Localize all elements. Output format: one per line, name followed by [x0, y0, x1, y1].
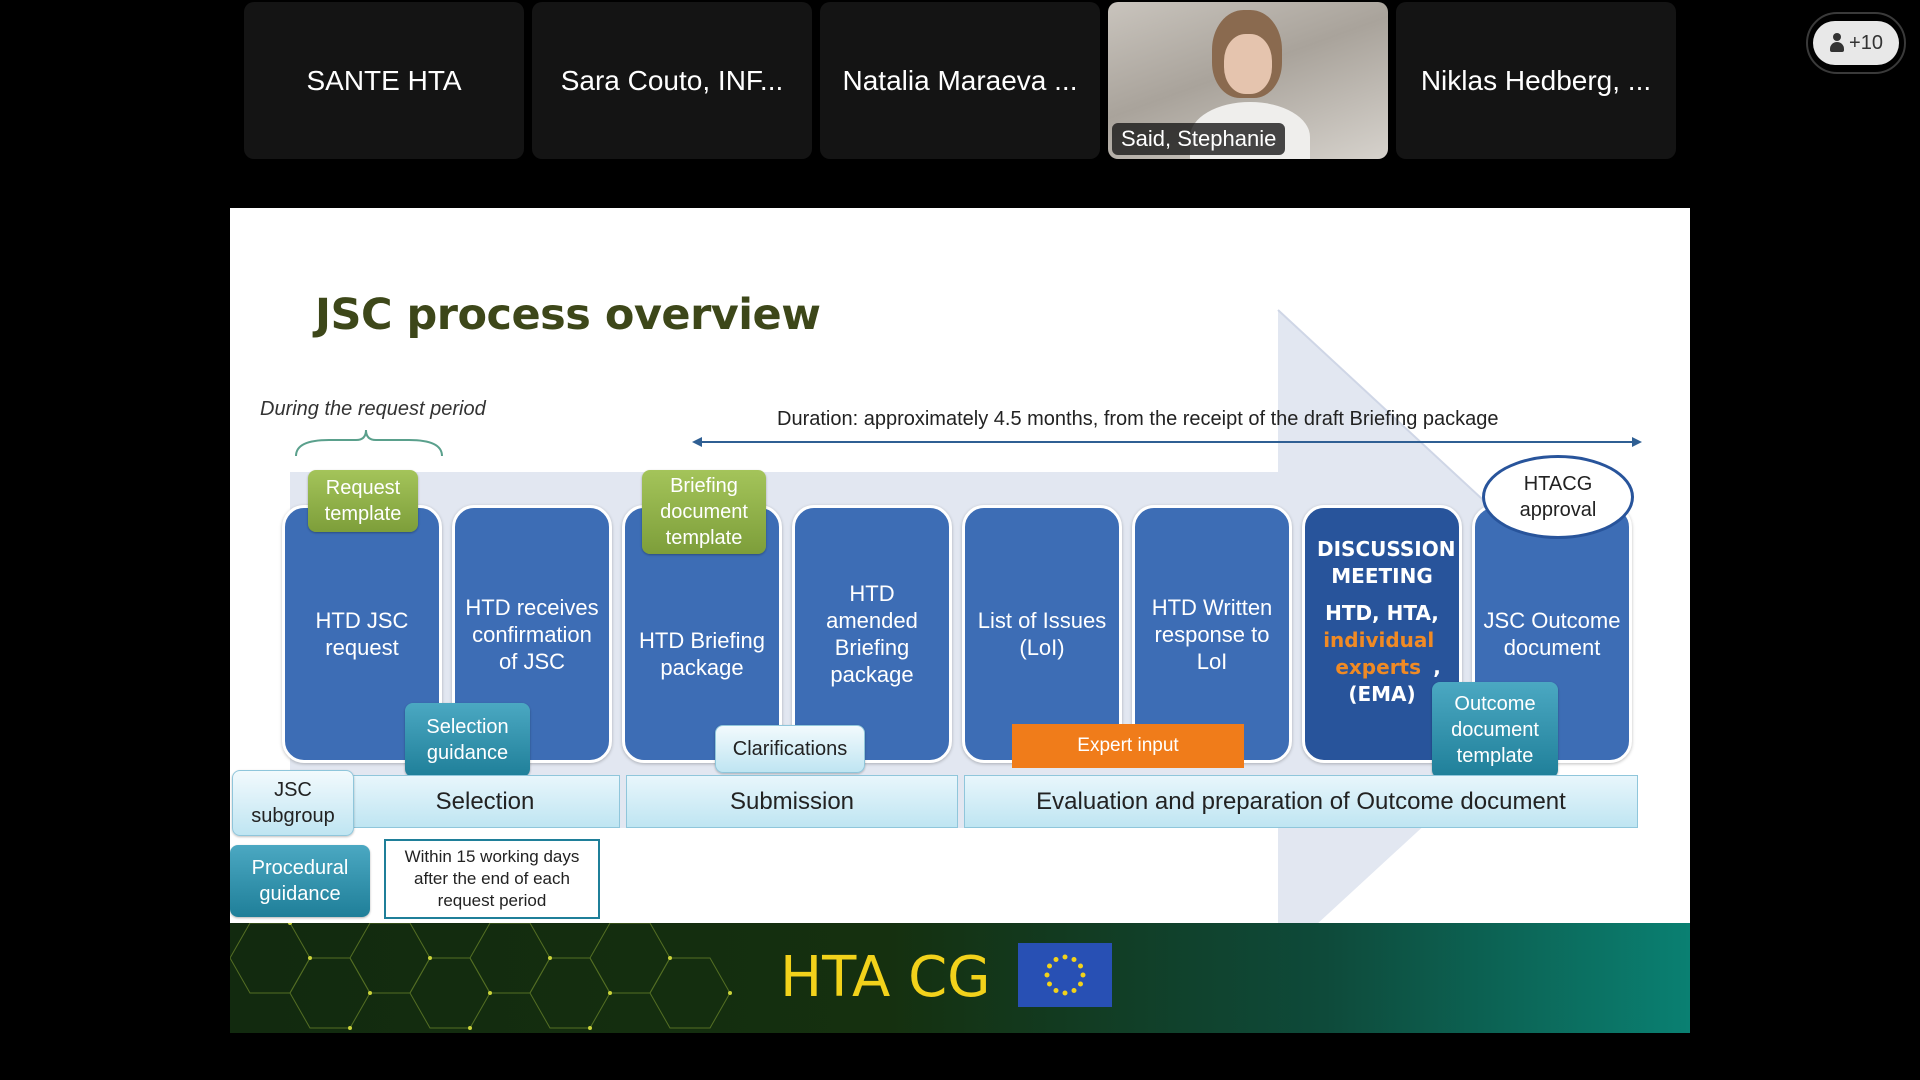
step-label: List of Issues (LoI): [977, 608, 1107, 660]
participant-tile-niklas-hedberg[interactable]: Niklas Hedberg, ...: [1396, 2, 1676, 159]
hexagon-pattern: [230, 923, 732, 1030]
htacg-approval-oval: HTACG approval: [1482, 455, 1634, 539]
discussion-line3: (EMA): [1348, 682, 1416, 706]
slide-footer: HTA CG: [230, 923, 1690, 1033]
more-participants-count: +10: [1849, 31, 1883, 54]
person-icon: [1829, 33, 1845, 53]
step-label: JSC Outcome document: [1483, 608, 1621, 660]
request-period-brace: [295, 429, 443, 457]
phase-selection: Selection: [350, 775, 620, 828]
participant-tile-natalia-maraeva[interactable]: Natalia Maraeva ...: [820, 2, 1100, 159]
outcome-document-template-tag: Outcome document template: [1432, 682, 1558, 778]
procedural-guidance-tag: Procedural guidance: [230, 845, 370, 917]
phase-submission: Submission: [626, 775, 958, 828]
discussion-heading: DISCUSSION MEETING: [1317, 537, 1456, 588]
participant-name: Niklas Hedberg, ...: [1420, 64, 1652, 96]
request-template-tag: Request template: [308, 470, 418, 532]
discussion-highlight: individual experts: [1323, 628, 1435, 679]
participant-name: SANTE HTA: [306, 64, 462, 96]
clarifications-tag: Clarifications: [715, 725, 865, 773]
selection-guidance-tag: Selection guidance: [405, 703, 530, 777]
expert-input-bar: Expert input: [1012, 724, 1244, 768]
footer-title: HTA CG: [780, 945, 991, 1010]
participant-tile-sara-couto[interactable]: Sara Couto, INF...: [532, 2, 812, 159]
participant-name: Sara Couto, INF...: [560, 64, 784, 96]
step-label: HTD receives confirmation of JSC: [465, 594, 599, 674]
briefing-document-template-tag: Briefing document template: [642, 470, 766, 554]
participant-tile-sante-hta[interactable]: SANTE HTA: [244, 2, 524, 159]
discussion-comma: ,: [1433, 655, 1441, 679]
request-period-label: During the request period: [260, 398, 486, 420]
phase-evaluation: Evaluation and preparation of Outcome do…: [964, 775, 1638, 828]
slide-title: JSC process overview: [315, 290, 821, 340]
step-label: HTD Briefing package: [639, 628, 765, 680]
participant-name: Said, Stephanie: [1112, 123, 1286, 155]
participant-name: Natalia Maraeva ...: [842, 64, 1078, 96]
participant-tile-stephanie-said[interactable]: Said, Stephanie: [1108, 2, 1388, 159]
duration-arrow: [692, 437, 1642, 447]
step-label: HTD amended Briefing package: [826, 581, 918, 687]
step-label: HTD JSC request: [315, 608, 409, 660]
eu-flag-icon: [1018, 943, 1112, 1007]
duration-label: Duration: approximately 4.5 months, from…: [777, 408, 1499, 430]
step-label: HTD Written response to LoI: [1151, 594, 1273, 674]
approval-label: HTACG approval: [1519, 473, 1597, 521]
jsc-subgroup-tag: JSC subgroup: [232, 770, 354, 836]
more-participants-button[interactable]: +10: [1806, 12, 1906, 74]
shared-slide: JSC process overview During the request …: [230, 208, 1690, 1033]
discussion-line1: HTD, HTA,: [1325, 601, 1439, 625]
request-period-note: Within 15 working days after the end of …: [384, 839, 600, 919]
